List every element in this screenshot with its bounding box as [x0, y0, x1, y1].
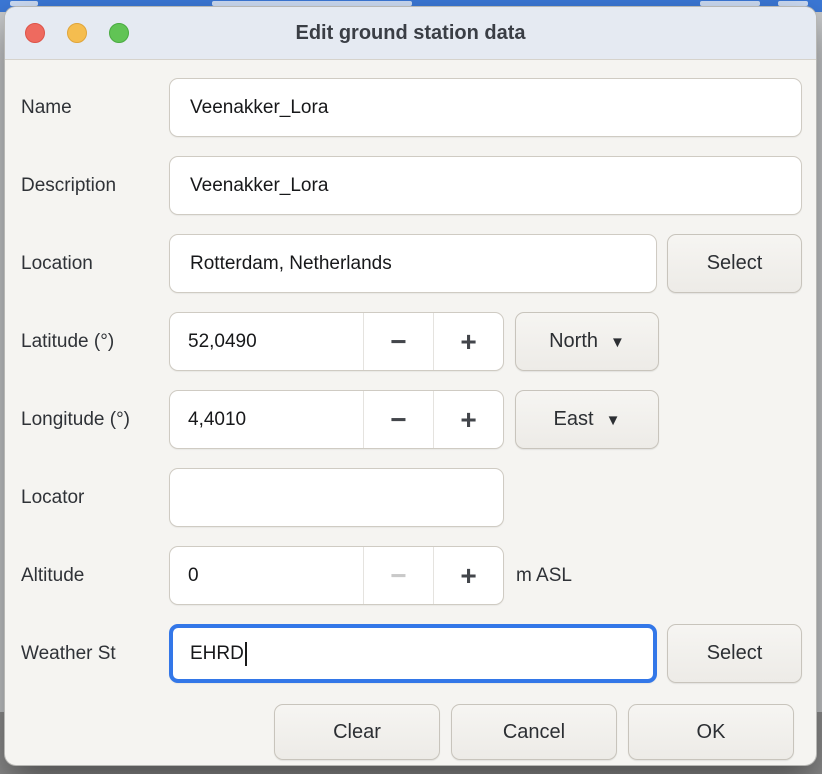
latitude-direction-dropdown[interactable]: North ▼ [515, 312, 659, 371]
altitude-unit-label: m ASL [516, 564, 572, 586]
weather-station-value: EHRD [190, 642, 244, 664]
description-input[interactable]: Veenakker_Lora [169, 156, 802, 215]
locator-label: Locator [21, 486, 85, 508]
minimize-button[interactable] [67, 23, 87, 43]
longitude-increment-button[interactable]: + [433, 391, 503, 448]
latitude-increment-button[interactable]: + [433, 313, 503, 370]
locator-input[interactable] [169, 468, 504, 527]
locator-row: Locator [19, 468, 802, 527]
name-label: Name [21, 96, 72, 118]
zoom-button[interactable] [109, 23, 129, 43]
title-bar[interactable]: Edit ground station data [5, 7, 816, 60]
longitude-direction-dropdown[interactable]: East ▼ [515, 390, 659, 449]
ok-button[interactable]: OK [628, 704, 794, 760]
location-label: Location [21, 252, 93, 274]
name-input[interactable]: Veenakker_Lora [169, 78, 802, 137]
altitude-decrement-button: − [363, 547, 433, 604]
altitude-label: Altitude [21, 564, 85, 586]
name-row: Name Veenakker_Lora [19, 78, 802, 137]
location-row: Location Rotterdam, Netherlands Select [19, 234, 802, 293]
weather-station-select-button[interactable]: Select [667, 624, 802, 683]
location-select-button[interactable]: Select [667, 234, 802, 293]
longitude-label: Longitude (°) [21, 408, 130, 430]
weather-station-row: Weather St EHRD Select [19, 624, 802, 683]
weather-station-input[interactable]: EHRD [169, 624, 657, 683]
longitude-row: Longitude (°) 4,4010 − + East ▼ [19, 390, 802, 449]
latitude-input[interactable]: 52,0490 [170, 313, 363, 370]
cancel-button[interactable]: Cancel [451, 704, 617, 760]
latitude-row: Latitude (°) 52,0490 − + North ▼ [19, 312, 802, 371]
clear-button[interactable]: Clear [274, 704, 440, 760]
latitude-stepper: 52,0490 − + [169, 312, 504, 371]
close-button[interactable] [25, 23, 45, 43]
longitude-decrement-button[interactable]: − [363, 391, 433, 448]
longitude-input[interactable]: 4,4010 [170, 391, 363, 448]
chevron-down-icon: ▼ [605, 412, 621, 429]
footer-buttons: Clear Cancel OK [19, 702, 802, 760]
longitude-stepper: 4,4010 − + [169, 390, 504, 449]
altitude-stepper: 0 − + [169, 546, 504, 605]
location-input[interactable]: Rotterdam, Netherlands [169, 234, 657, 293]
latitude-decrement-button[interactable]: − [363, 313, 433, 370]
altitude-row: Altitude 0 − + m ASL [19, 546, 802, 605]
latitude-direction-value: North [549, 330, 599, 352]
text-cursor [244, 641, 247, 666]
form: Name Veenakker_Lora Description Veenakke… [5, 60, 816, 760]
description-label: Description [21, 174, 117, 196]
latitude-label: Latitude (°) [21, 330, 115, 352]
description-row: Description Veenakker_Lora [19, 156, 802, 215]
edit-ground-station-dialog: Edit ground station data Name Veenakker_… [4, 6, 817, 766]
chevron-down-icon: ▼ [610, 334, 625, 351]
altitude-input[interactable]: 0 [170, 547, 363, 604]
longitude-direction-value: East [553, 408, 594, 430]
weather-station-label: Weather St [21, 642, 116, 664]
altitude-increment-button[interactable]: + [433, 547, 503, 604]
traffic-lights [5, 23, 129, 43]
